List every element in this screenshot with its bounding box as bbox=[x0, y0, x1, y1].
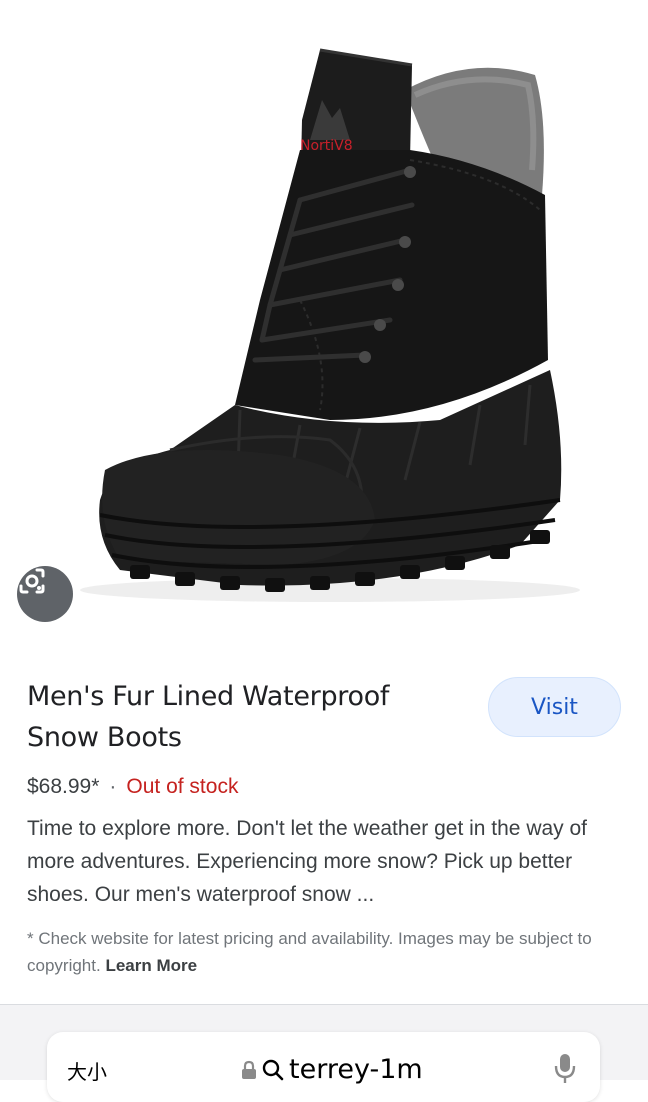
google-lens-button[interactable] bbox=[17, 566, 73, 622]
url-text[interactable]: terrey-1m bbox=[289, 1054, 423, 1085]
visit-button[interactable]: Visit bbox=[488, 677, 621, 737]
address-bar[interactable]: 大小 terrey-1m bbox=[47, 1032, 600, 1102]
learn-more-link[interactable]: Learn More bbox=[105, 956, 197, 975]
disclaimer: * Check website for latest pricing and a… bbox=[27, 925, 617, 979]
price: $68.99* bbox=[27, 775, 100, 798]
product-description: Time to explore more. Don't let the weat… bbox=[27, 817, 588, 906]
microphone-icon[interactable] bbox=[554, 1052, 576, 1086]
snow-boot-image: NortiV8 bbox=[80, 48, 580, 602]
search-icon bbox=[262, 1059, 284, 1080]
product-image[interactable]: NortiV8 bbox=[0, 0, 648, 650]
stock-status: Out of stock bbox=[126, 775, 239, 798]
brand-logo: NortiV8 bbox=[300, 138, 353, 154]
google-lens-icon bbox=[19, 568, 45, 594]
url-row[interactable]: terrey-1m bbox=[241, 1054, 423, 1085]
text-size-button[interactable]: 大小 bbox=[67, 1056, 107, 1085]
price-row: $68.99* · Out of stock bbox=[27, 773, 238, 801]
separator-dot: · bbox=[109, 775, 117, 798]
product-title: Men's Fur Lined Waterproof Snow Boots bbox=[27, 681, 390, 753]
lock-icon bbox=[242, 1060, 256, 1079]
